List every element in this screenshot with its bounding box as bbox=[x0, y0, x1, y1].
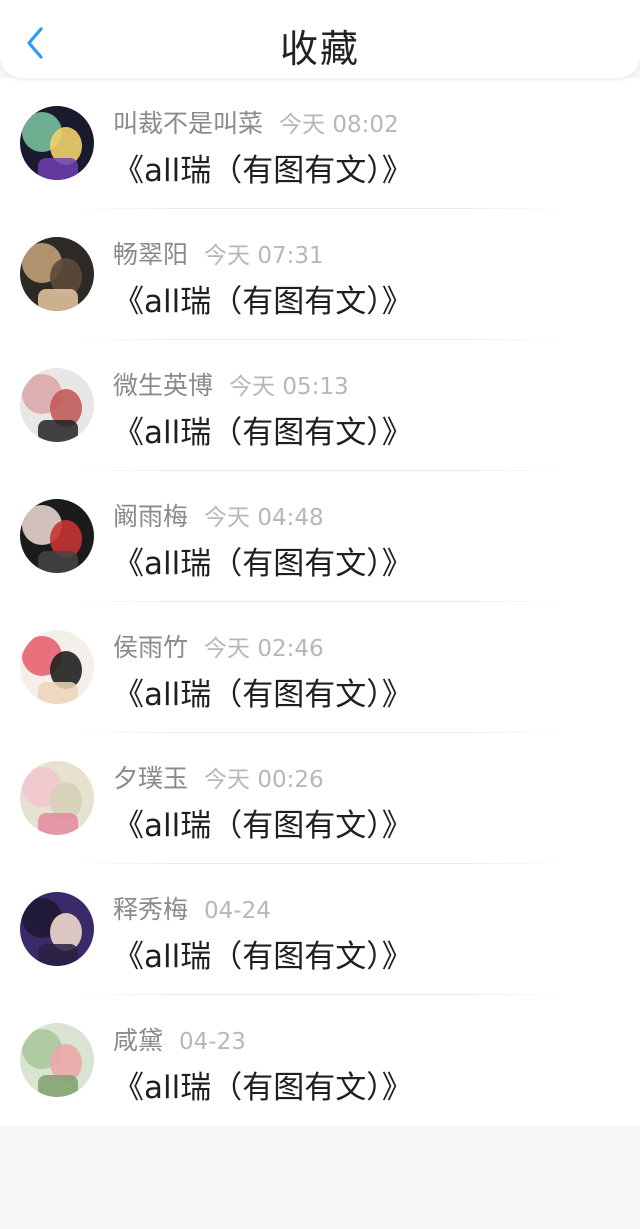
list-item[interactable]: 阚雨梅 今天 04:48 《all瑞（有图有文）》 bbox=[0, 471, 640, 602]
post-title[interactable]: 《all瑞（有图有文）》 bbox=[113, 931, 413, 976]
list-item[interactable]: 夕璞玉 今天 00:26 《all瑞（有图有文）》 bbox=[0, 733, 640, 864]
timestamp: 04-24 bbox=[204, 898, 271, 924]
author-name[interactable]: 畅翠阳 bbox=[113, 240, 188, 269]
timestamp: 今天 04:48 bbox=[204, 505, 324, 531]
favorites-list: 叫裁不是叫菜 今天 08:02 《all瑞（有图有文）》 畅翠阳 今天 07:31 《al… bbox=[0, 78, 640, 1126]
empty-area bbox=[0, 1126, 640, 1229]
author-name[interactable]: 咸黛 bbox=[113, 1026, 163, 1055]
avatar[interactable] bbox=[20, 892, 94, 966]
author-line: 夕璞玉 今天 00:26 bbox=[113, 759, 324, 795]
author-line: 叫裁不是叫菜 今天 08:02 bbox=[113, 104, 399, 140]
author-name[interactable]: 微生英博 bbox=[113, 371, 213, 400]
post-title[interactable]: 《all瑞（有图有文）》 bbox=[113, 407, 413, 452]
timestamp: 今天 02:46 bbox=[204, 636, 324, 662]
list-item[interactable]: 微生英博 今天 05:13 《all瑞（有图有文）》 bbox=[0, 340, 640, 471]
post-title[interactable]: 《all瑞（有图有文）》 bbox=[113, 1062, 413, 1107]
app-header: 收藏 bbox=[0, 0, 640, 78]
timestamp: 今天 00:26 bbox=[204, 767, 324, 793]
avatar[interactable] bbox=[20, 237, 94, 311]
author-line: 侯雨竹 今天 02:46 bbox=[113, 628, 324, 664]
list-item[interactable]: 咸黛 04-23 《all瑞（有图有文）》 bbox=[0, 995, 640, 1126]
author-line: 畅翠阳 今天 07:31 bbox=[113, 235, 324, 271]
timestamp: 今天 05:13 bbox=[229, 374, 349, 400]
avatar[interactable] bbox=[20, 761, 94, 835]
page-title: 收藏 bbox=[279, 27, 360, 71]
list-item[interactable]: 叫裁不是叫菜 今天 08:02 《all瑞（有图有文）》 bbox=[0, 78, 640, 209]
avatar[interactable] bbox=[20, 1023, 94, 1097]
timestamp: 今天 07:31 bbox=[204, 243, 324, 269]
avatar[interactable] bbox=[20, 368, 94, 442]
list-item[interactable]: 畅翠阳 今天 07:31 《all瑞（有图有文）》 bbox=[0, 209, 640, 340]
post-title[interactable]: 《all瑞（有图有文）》 bbox=[113, 669, 413, 714]
avatar[interactable] bbox=[20, 630, 94, 704]
list-item[interactable]: 侯雨竹 今天 02:46 《all瑞（有图有文）》 bbox=[0, 602, 640, 733]
author-line: 释秀梅 04-24 bbox=[113, 890, 271, 926]
post-title[interactable]: 《all瑞（有图有文）》 bbox=[113, 276, 413, 321]
author-name[interactable]: 侯雨竹 bbox=[113, 633, 188, 662]
author-line: 微生英博 今天 05:13 bbox=[113, 366, 349, 402]
author-name[interactable]: 阚雨梅 bbox=[113, 502, 188, 531]
author-name[interactable]: 夕璞玉 bbox=[113, 764, 188, 793]
author-name[interactable]: 释秀梅 bbox=[113, 895, 188, 924]
author-line: 阚雨梅 今天 04:48 bbox=[113, 497, 324, 533]
post-title[interactable]: 《all瑞（有图有文）》 bbox=[113, 800, 413, 845]
list-item[interactable]: 释秀梅 04-24 《all瑞（有图有文）》 bbox=[0, 864, 640, 995]
post-title[interactable]: 《all瑞（有图有文）》 bbox=[113, 538, 413, 583]
timestamp: 04-23 bbox=[179, 1029, 246, 1055]
timestamp: 今天 08:02 bbox=[279, 112, 399, 138]
avatar[interactable] bbox=[20, 499, 94, 573]
post-title[interactable]: 《all瑞（有图有文）》 bbox=[113, 145, 413, 190]
author-name[interactable]: 叫裁不是叫菜 bbox=[113, 109, 263, 138]
author-line: 咸黛 04-23 bbox=[113, 1021, 246, 1057]
avatar[interactable] bbox=[20, 106, 94, 180]
